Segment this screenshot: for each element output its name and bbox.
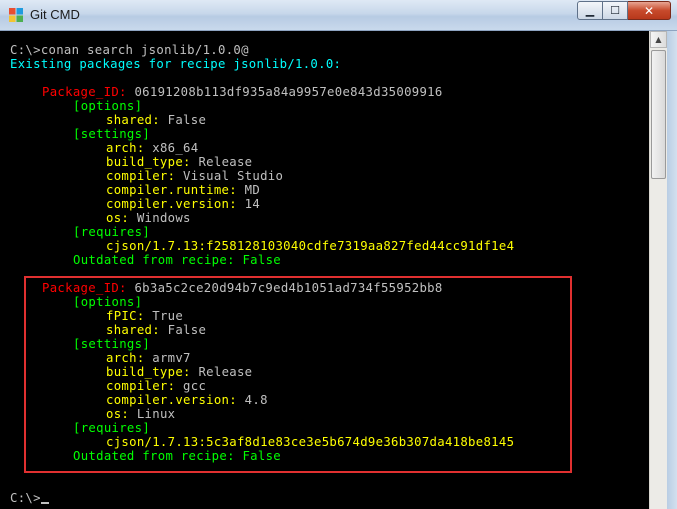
requires-value: cjson/1.7.13:f258128103040cdfe7319aa827f… [106, 239, 515, 253]
setting-value: x86_64 [144, 141, 199, 155]
window-title: Git CMD [30, 7, 80, 22]
setting-key: build_type: [106, 155, 191, 169]
settings-header: [settings] [73, 127, 151, 141]
setting-value: Visual Studio [175, 169, 284, 183]
option-line: shared: False [106, 113, 206, 127]
setting-line: compiler.runtime: MD [106, 183, 260, 197]
window-controls: ▁ ☐ ✕ [577, 1, 671, 20]
scroll-up-icon[interactable]: ▲ [650, 31, 667, 48]
search-result-header: Existing packages for recipe jsonlib/1.0… [10, 57, 342, 71]
minimize-icon: ▁ [585, 4, 595, 17]
setting-line: os: Windows [106, 211, 191, 225]
setting-value: Release [190, 155, 253, 169]
options-header: [options] [73, 99, 143, 113]
scrollbar-thumb[interactable] [651, 50, 666, 179]
close-icon: ✕ [643, 3, 655, 18]
setting-line: build_type: Release [106, 155, 252, 169]
setting-line: arch: x86_64 [106, 141, 198, 155]
package-id-label: Package_ID: [42, 85, 127, 99]
outdated-status: Outdated from recipe: False [73, 253, 281, 267]
setting-line: compiler: Visual Studio [106, 169, 283, 183]
setting-key: compiler: [106, 169, 176, 183]
setting-key: os: [106, 211, 130, 225]
setting-key: compiler.runtime: [106, 183, 237, 197]
setting-value: Windows [129, 211, 191, 225]
maximize-icon: ☐ [610, 4, 620, 17]
requires-header: [requires] [73, 225, 151, 239]
close-button[interactable]: ✕ [628, 1, 671, 20]
setting-value: 14 [236, 197, 261, 211]
final-prompt: C:\> [10, 491, 41, 505]
setting-line: compiler.version: 14 [106, 197, 260, 211]
final-prompt-line[interactable]: C:\> [10, 491, 49, 505]
package-id-value: 06191208b113df935a84a9957e0e843d35009916 [126, 85, 443, 99]
vertical-scrollbar[interactable]: ▲ [649, 31, 667, 509]
setting-key: compiler.version: [106, 197, 237, 211]
package-highlight-box [24, 276, 572, 473]
text-cursor [40, 502, 49, 504]
title-bar[interactable]: Git CMD ▁ ☐ ✕ [0, 0, 677, 31]
maximize-button[interactable]: ☐ [603, 1, 628, 20]
minimize-button[interactable]: ▁ [577, 1, 603, 20]
setting-key: arch: [106, 141, 145, 155]
package-id-line: Package_ID: 06191208b113df935a84a9957e0e… [10, 85, 443, 99]
option-key: shared: [106, 113, 160, 127]
command-line: C:\>conan search jsonlib/1.0.0@ [10, 43, 249, 57]
option-value: False [159, 113, 207, 127]
setting-value: MD [236, 183, 261, 197]
window-frame-edge [667, 31, 677, 509]
git-cmd-icon [9, 8, 23, 22]
